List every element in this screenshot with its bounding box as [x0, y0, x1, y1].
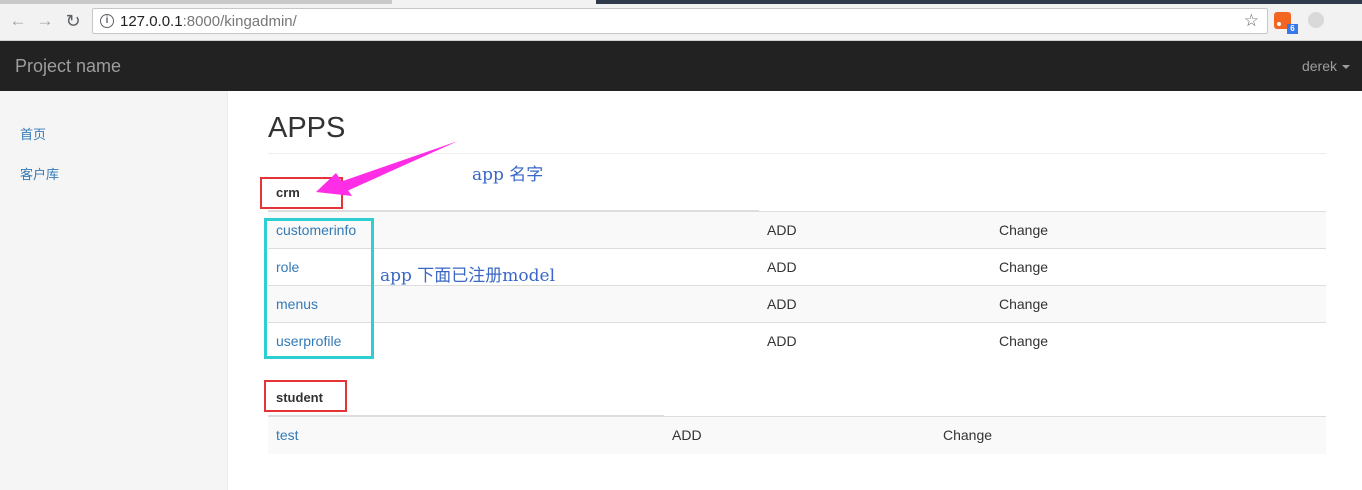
table-row: test ADD Change [268, 416, 1326, 454]
table-row: userprofile ADD Change [268, 322, 1326, 360]
info-icon[interactable]: i [100, 14, 114, 28]
extension-badge: 6 [1287, 24, 1298, 34]
url-path: :8000/kingadmin/ [182, 13, 297, 30]
change-link[interactable]: Change [935, 416, 1326, 454]
add-link[interactable]: ADD [759, 285, 991, 323]
browser-tab[interactable] [596, 0, 1362, 4]
annotation-app-name-note: app 名字 [472, 165, 544, 185]
add-link[interactable]: ADD [759, 211, 991, 249]
user-dropdown[interactable]: derek [1302, 58, 1350, 74]
address-bar[interactable]: i 127.0.0.1:8000/kingadmin/ ☆ [92, 8, 1268, 34]
forward-arrow-icon[interactable]: → [35, 11, 55, 31]
annotation-box-app [260, 177, 343, 209]
change-link[interactable]: Change [991, 322, 1326, 360]
navbar-brand[interactable]: Project name [15, 56, 121, 77]
page-title: APPS [268, 112, 346, 144]
add-link[interactable]: ADD [664, 416, 935, 454]
browser-menu-icon[interactable] [1339, 12, 1343, 28]
reload-icon[interactable]: ↻ [63, 11, 83, 31]
caret-down-icon [1342, 65, 1350, 70]
bookmark-star-icon[interactable]: ☆ [1244, 11, 1259, 31]
extension-icon[interactable] [1308, 12, 1324, 28]
tab-strip [0, 0, 1362, 4]
add-link[interactable]: ADD [759, 322, 991, 360]
change-link[interactable]: Change [991, 248, 1326, 286]
model-link-test[interactable]: test [276, 427, 299, 443]
sidebar-item-home[interactable]: 首页 [20, 124, 46, 143]
sidebar: 首页 客户库 [0, 91, 228, 490]
url-text[interactable]: 127.0.0.1:8000/kingadmin/ [120, 13, 297, 30]
change-link[interactable]: Change [991, 285, 1326, 323]
model-table-student: test ADD Change [268, 416, 1326, 454]
divider [268, 153, 1326, 154]
sidebar-item-customers[interactable]: 客户库 [20, 164, 59, 183]
browser-toolbar: ← → ↻ i 127.0.0.1:8000/kingadmin/ ☆ 6 [0, 0, 1362, 41]
url-host: 127.0.0.1 [120, 13, 183, 30]
table-row: menus ADD Change [268, 285, 1326, 323]
add-link[interactable]: ADD [759, 248, 991, 286]
table-row: customerinfo ADD Change [268, 211, 1326, 249]
browser-tab[interactable] [0, 0, 392, 4]
change-link[interactable]: Change [991, 211, 1326, 249]
annotation-box-models [264, 218, 374, 359]
back-arrow-icon[interactable]: ← [8, 11, 28, 31]
top-navbar: Project name derek [0, 41, 1362, 91]
annotation-box-app [264, 380, 347, 412]
annotation-models-note: app 下面已注册model [380, 266, 556, 286]
username: derek [1301, 58, 1337, 74]
